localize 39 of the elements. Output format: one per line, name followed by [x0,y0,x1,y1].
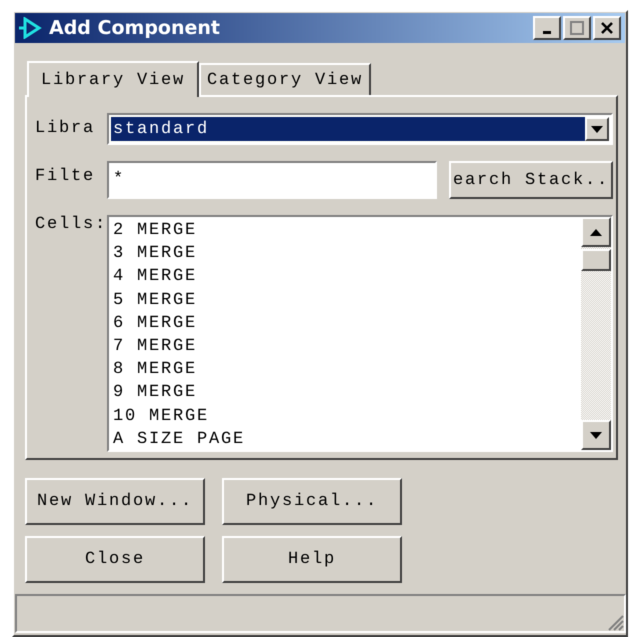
dialog-button[interactable]: New Window... [25,478,205,525]
tab[interactable]: Library View [27,61,200,97]
list-item[interactable]: 10 MERGE [113,404,578,428]
field-label: Cells: [35,215,107,234]
field-label: Libra [35,118,96,138]
maximize-icon [570,21,584,35]
library-dropdown[interactable]: standard [107,113,614,145]
minimize-button[interactable] [533,16,561,40]
scroll-down-icon [590,432,602,438]
scrollbar[interactable] [581,217,612,450]
search-stack-button[interactable]: earch Stack.. [449,161,614,199]
dialog-button[interactable]: Help [222,536,402,583]
field-label: Filte [35,166,96,186]
list-item[interactable]: 5 MERGE [113,288,578,312]
resize-grip-icon[interactable] [606,613,624,631]
list-item[interactable]: A SIZE PAGE [113,428,578,452]
dialog-button[interactable]: Physical... [222,478,402,525]
list-item[interactable]: 2 MERGE [113,219,578,242]
close-icon [600,21,614,35]
list-item[interactable]: 6 MERGE [113,312,578,336]
maximize-button[interactable] [563,16,591,40]
filter-field[interactable]: * [107,161,437,199]
list-item[interactable]: 7 MERGE [113,335,578,358]
cells-list[interactable]: 2 MERGE 3 MERGE 4 MERGE 5 MERGE 6 MERGE 7 MERGE 8 MERGE 9 MERGE 10 MERGE A SIZE PAGE [107,215,614,452]
app-logo-icon [19,17,43,39]
scroll-up-icon [590,228,602,236]
close-button[interactable] [593,16,621,40]
list-item[interactable]: 9 MERGE [113,381,578,405]
window-title: Add Component [49,17,220,39]
dialog-button[interactable]: Close [25,536,205,583]
list-item[interactable]: 8 MERGE [113,358,578,382]
scroll-up-button[interactable] [581,217,612,247]
scroll-down-icon [591,126,604,132]
tab[interactable]: Category View [199,63,372,95]
minimize-icon [543,30,551,34]
scroll-thumb[interactable] [581,249,612,271]
scroll-down-button[interactable] [581,420,612,450]
list-item[interactable]: 4 MERGE [113,265,578,289]
list-item[interactable]: 3 MERGE [113,242,578,266]
